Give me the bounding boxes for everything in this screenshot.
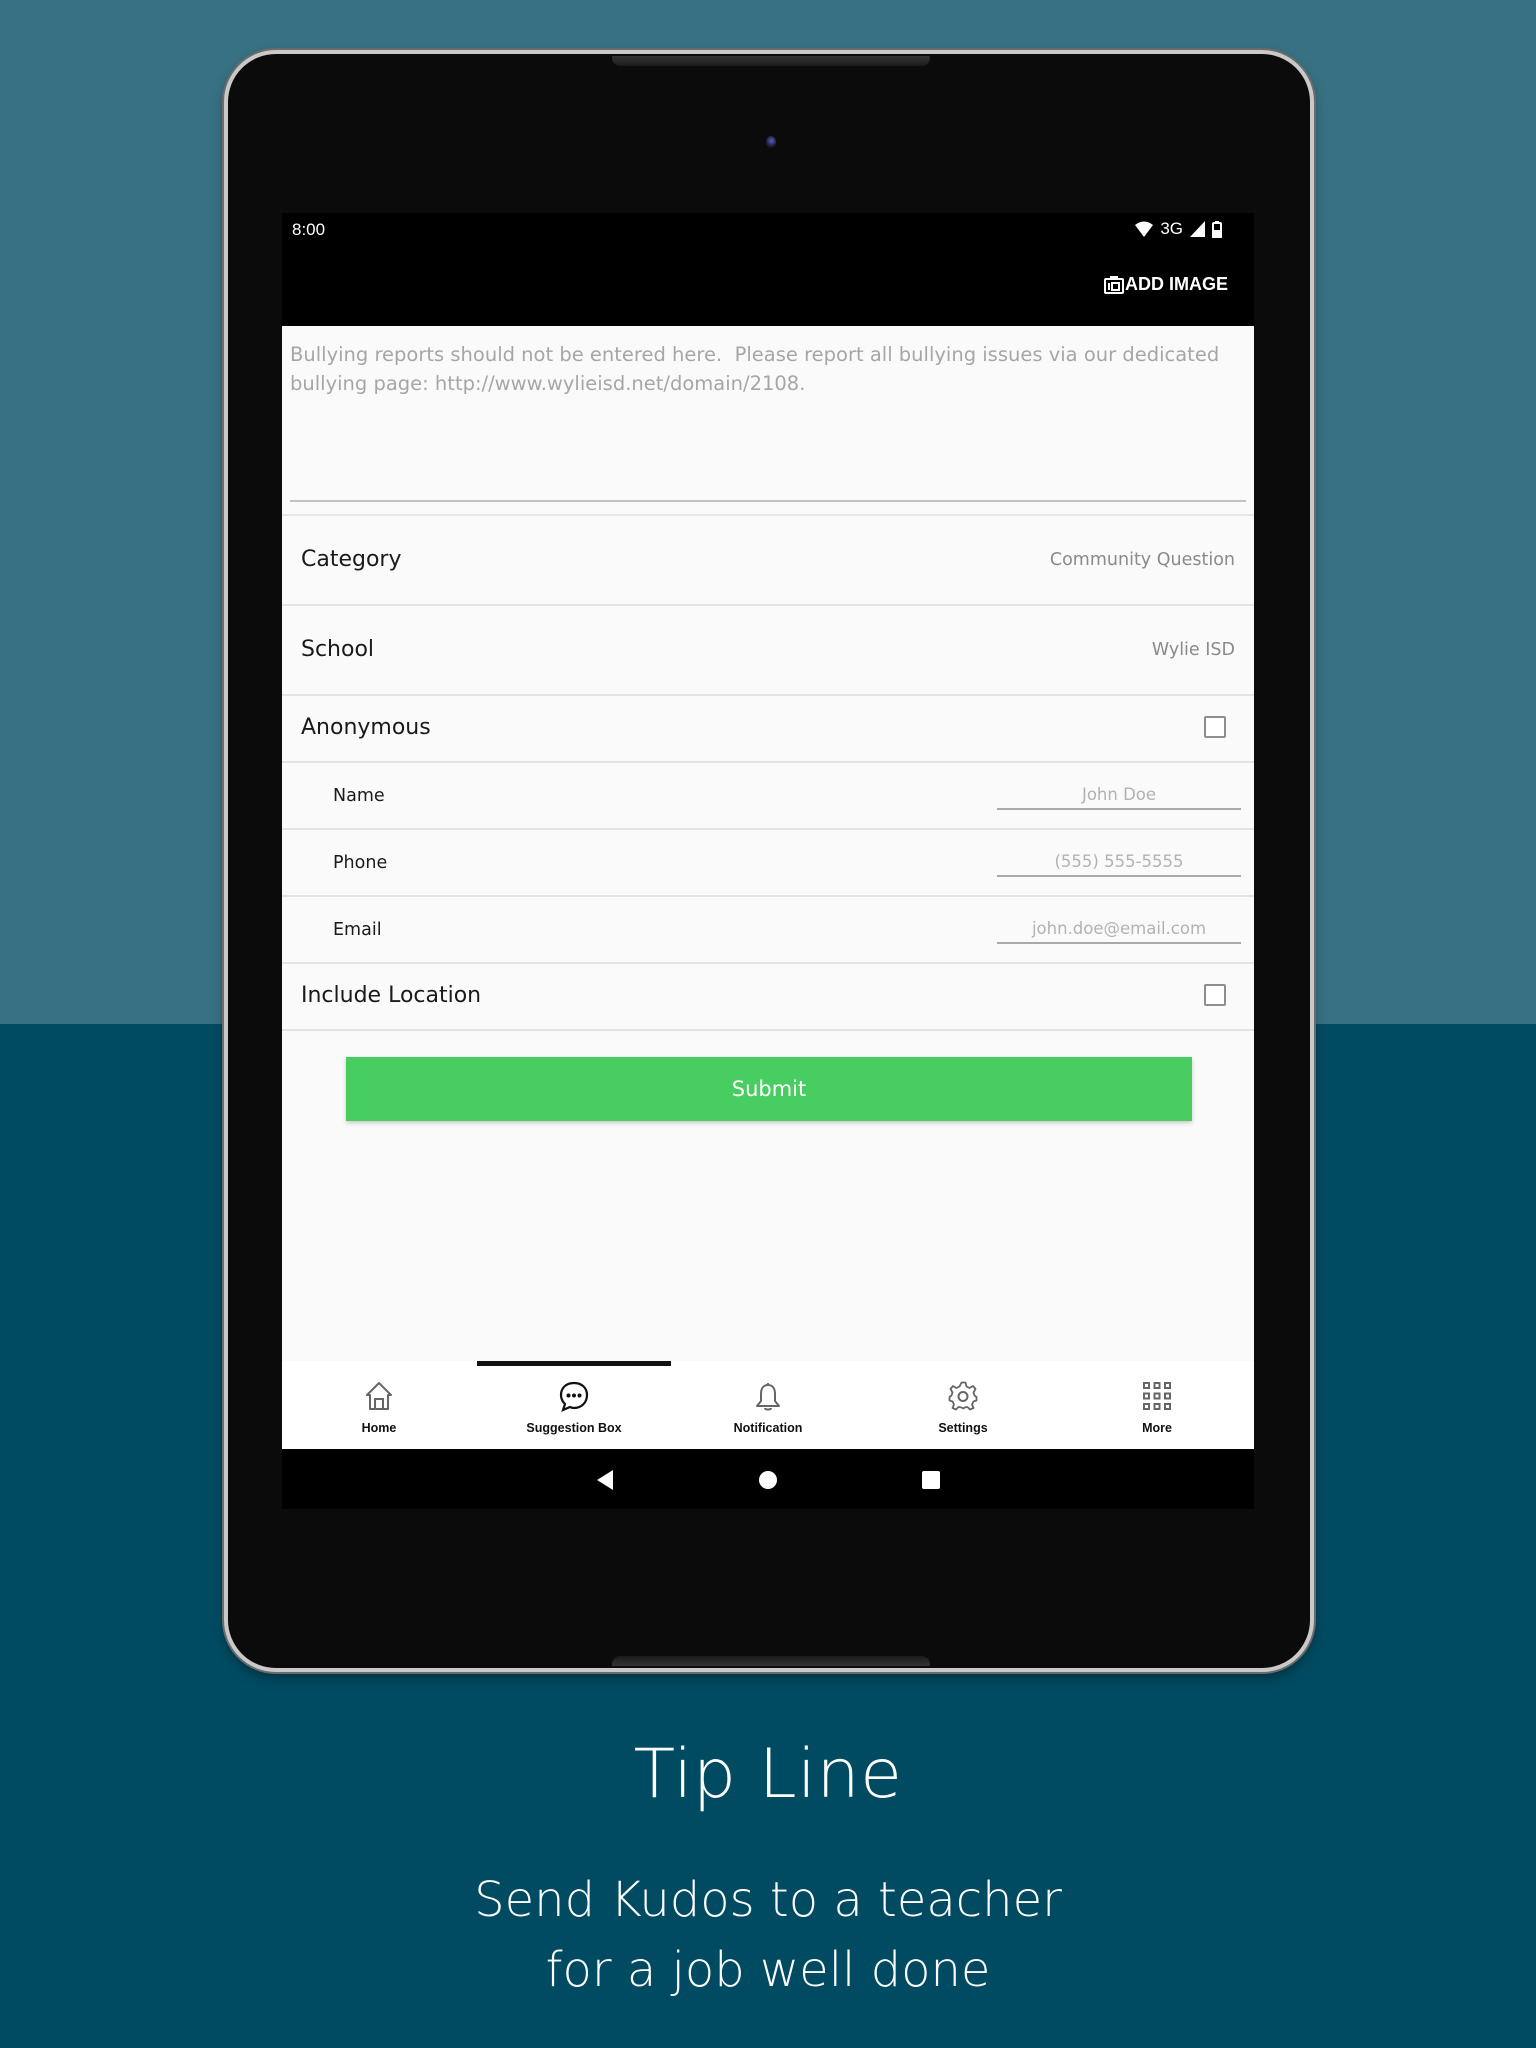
submit-button[interactable]: Submit <box>346 1057 1192 1121</box>
include-location-label: Include Location <box>301 983 482 1008</box>
category-row[interactable]: Category Community Question <box>282 516 1254 606</box>
chat-bubble-icon <box>559 1381 589 1412</box>
status-icons: 3G <box>1135 219 1222 239</box>
gear-icon <box>948 1381 978 1411</box>
anonymous-row: Anonymous <box>282 696 1254 763</box>
nav-item-suggestion-box[interactable]: Suggestion Box <box>477 1361 671 1449</box>
status-bar: 8:00 3G <box>282 213 1254 245</box>
email-input[interactable] <box>997 914 1241 944</box>
nav-item-settings[interactable]: Settings <box>866 1361 1060 1449</box>
add-image-label: ADD IMAGE <box>1125 274 1228 294</box>
status-time: 8:00 <box>292 220 326 239</box>
message-underline <box>290 500 1246 502</box>
category-label: Category <box>301 547 402 572</box>
add-image-button[interactable]: ADD IMAGE <box>1104 274 1228 295</box>
camera-icon <box>1104 275 1124 294</box>
nav-label-home: Home <box>361 1421 397 1435</box>
promo-title: Tip Line <box>633 1735 903 1814</box>
system-navigation-bar <box>282 1449 1254 1509</box>
nav-label-suggestion-box: Suggestion Box <box>526 1421 622 1435</box>
network-type: 3G <box>1160 219 1183 238</box>
promo-subtitle: Send Kudos to a teacher for a job well d… <box>474 1872 1062 1998</box>
nav-label-more: More <box>1142 1421 1172 1435</box>
front-camera <box>766 136 776 148</box>
category-value: Community Question <box>1049 550 1235 570</box>
message-area <box>282 326 1254 506</box>
name-row: Name <box>282 763 1254 830</box>
nav-item-home[interactable]: Home <box>282 1361 476 1449</box>
grid-icon <box>1143 1382 1171 1410</box>
app-bar: ADD IMAGE <box>282 245 1254 326</box>
nav-label-notification: Notification <box>733 1421 803 1435</box>
phone-input[interactable] <box>997 847 1241 877</box>
battery-icon <box>1212 220 1222 238</box>
nav-item-more[interactable]: More <box>1060 1361 1254 1449</box>
nav-item-notification[interactable]: Notification <box>671 1361 865 1449</box>
tablet-top-notch <box>612 56 930 66</box>
wifi-icon <box>1135 221 1154 237</box>
school-value: Wylie ISD <box>1151 640 1235 660</box>
email-label: Email <box>333 920 382 940</box>
name-input[interactable] <box>997 780 1241 810</box>
message-input[interactable] <box>290 340 1246 490</box>
school-label: School <box>301 637 375 662</box>
phone-label: Phone <box>333 853 388 873</box>
name-label: Name <box>333 786 385 806</box>
phone-row: Phone <box>282 830 1254 897</box>
email-row: Email <box>282 897 1254 964</box>
anonymous-label: Anonymous <box>301 715 431 740</box>
back-icon[interactable] <box>595 1469 615 1491</box>
cellular-signal-icon <box>1190 221 1205 237</box>
home-circle-icon[interactable] <box>758 1470 778 1490</box>
anonymous-checkbox[interactable] <box>1204 716 1226 738</box>
include-location-checkbox[interactable] <box>1204 984 1226 1006</box>
device-screen: 8:00 3G ADD IMAGE Bullying reports shoul… <box>282 213 1254 1509</box>
include-location-row: Include Location <box>282 964 1254 1031</box>
recents-icon[interactable] <box>921 1470 941 1490</box>
bell-icon <box>756 1383 780 1411</box>
tablet-bottom-notch <box>612 1656 930 1666</box>
home-icon <box>366 1382 392 1410</box>
nav-label-settings: Settings <box>938 1421 988 1435</box>
school-row[interactable]: School Wylie ISD <box>282 606 1254 696</box>
bottom-navigation: Home Suggestion Box Notification Setting… <box>282 1361 1254 1449</box>
